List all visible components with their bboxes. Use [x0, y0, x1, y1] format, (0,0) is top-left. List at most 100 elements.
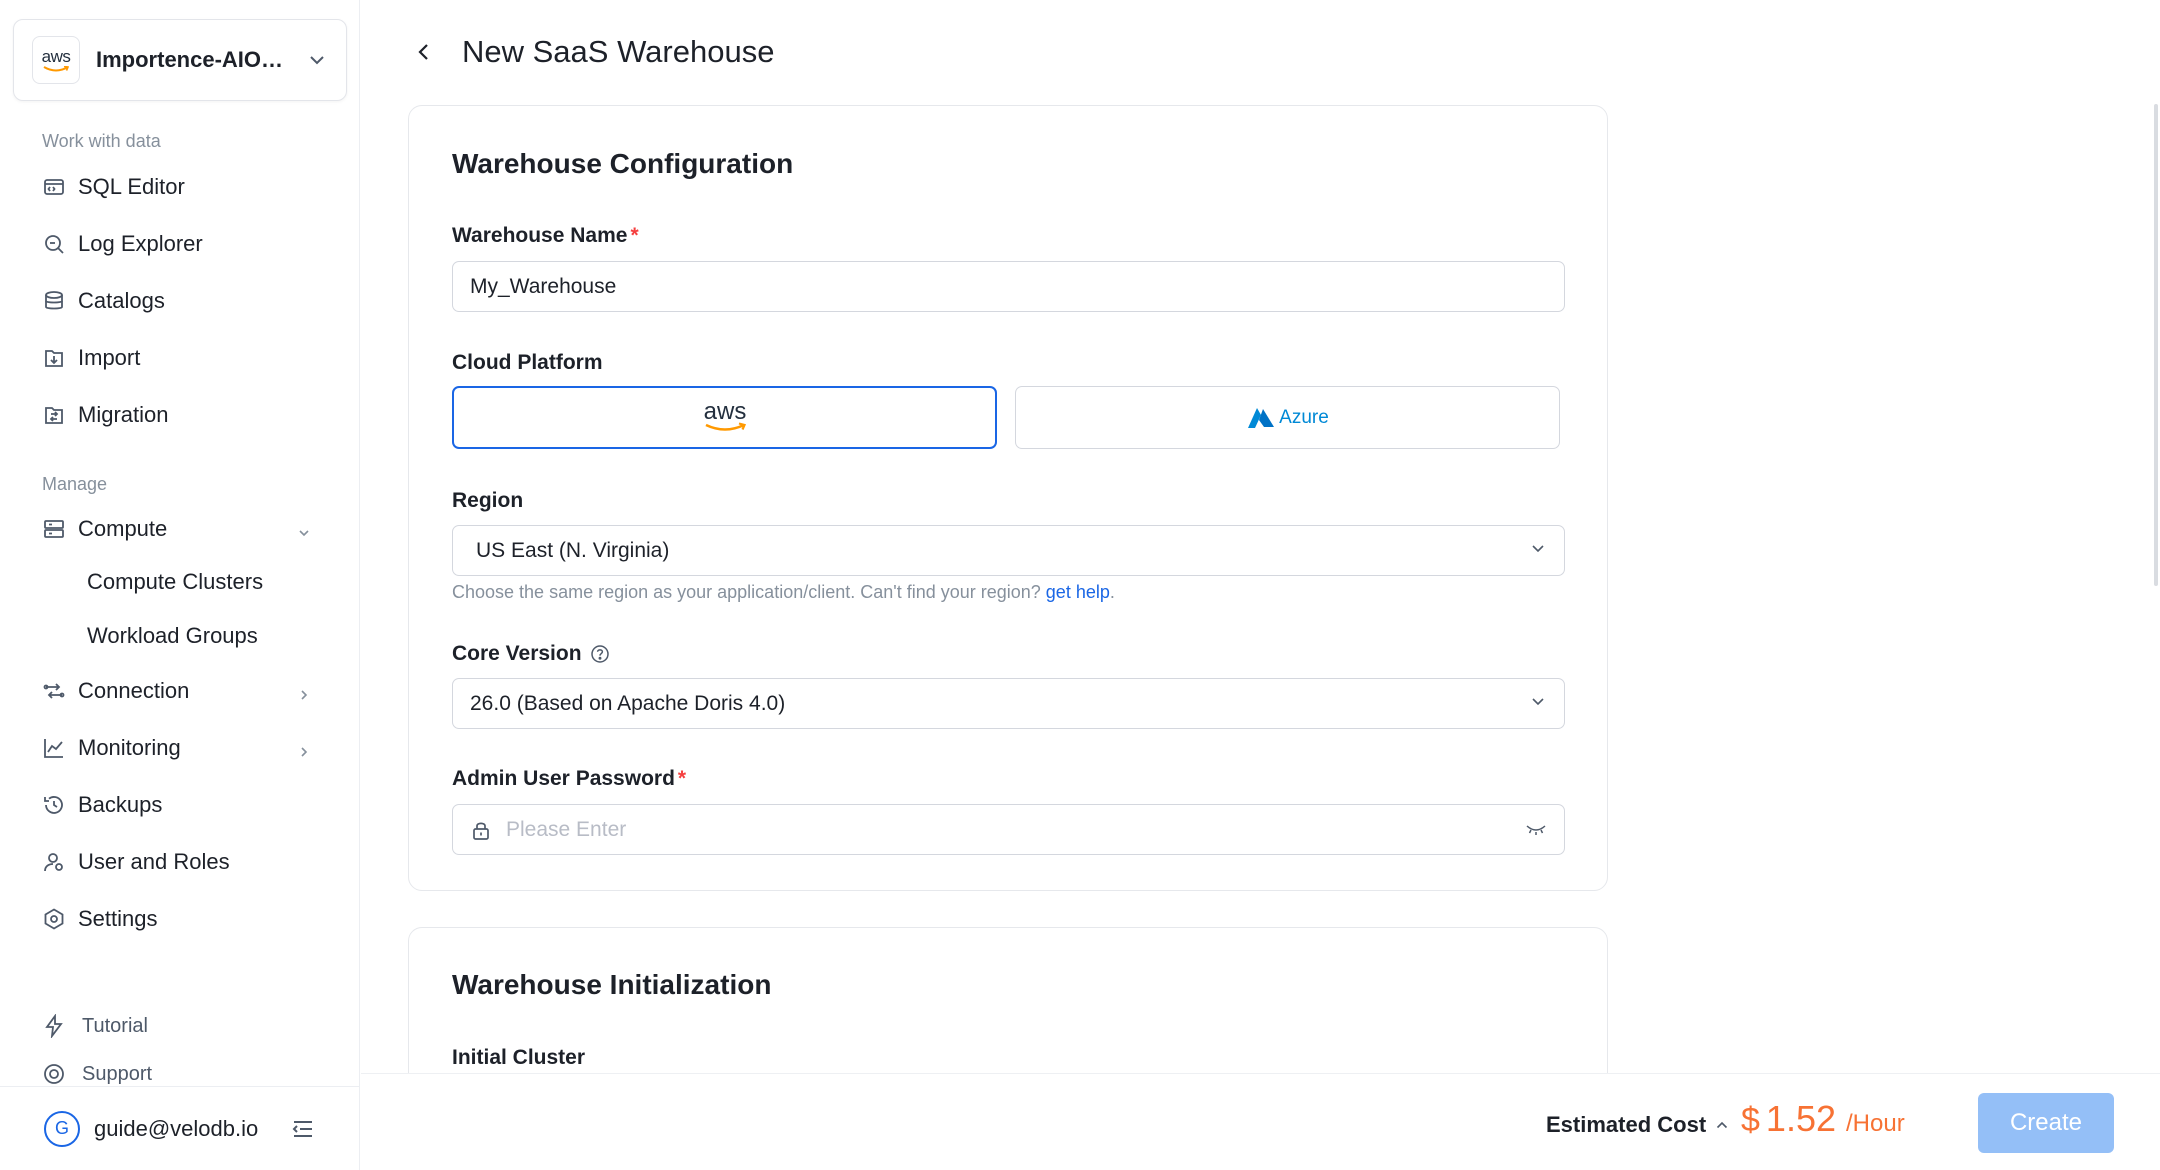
sql-editor-icon [42, 175, 66, 199]
connection-icon [42, 679, 66, 703]
platform-option-aws[interactable]: aws [452, 386, 997, 449]
nav-compute-clusters[interactable]: Compute Clusters [87, 562, 263, 602]
create-button[interactable]: Create [1978, 1093, 2114, 1153]
nav-label: Backups [78, 792, 163, 817]
core-version-label: Core Version [452, 642, 610, 666]
nav-migration[interactable]: Migration [42, 395, 312, 435]
nav-label: Settings [78, 906, 158, 931]
nav-settings[interactable]: Settings [42, 899, 312, 939]
nav-label: SQL Editor [78, 174, 185, 199]
admin-password-input[interactable]: Please Enter [452, 804, 1565, 855]
platform-name: Azure [1279, 406, 1329, 428]
nav-user-and-roles[interactable]: User and Roles [42, 842, 312, 882]
card-title: Warehouse Configuration [452, 148, 794, 179]
region-select[interactable]: US East (N. Virginia) [452, 525, 1565, 576]
estimated-price: $ 1.52 /Hour [1741, 1098, 1905, 1140]
platform-name: aws [703, 398, 746, 425]
page-title: New SaaS Warehouse [462, 34, 775, 69]
nav-label: User and Roles [78, 849, 230, 874]
org-switcher[interactable]: aws Importence-AIObservability [13, 19, 347, 101]
chevron-up-icon [1714, 1117, 1730, 1133]
collapse-sidebar-icon[interactable] [290, 1116, 316, 1142]
settings-icon [42, 907, 66, 931]
chart-line-icon [42, 736, 66, 760]
user-email: guide@velodb.io [94, 1115, 259, 1141]
chevron-right-icon [296, 740, 312, 757]
nav-label: Import [78, 345, 141, 370]
estimated-cost-toggle[interactable]: Estimated Cost [1546, 1112, 1730, 1138]
org-name: Importence-AIObservability [96, 47, 296, 72]
nav-compute[interactable]: Compute [42, 509, 312, 549]
scrollbar[interactable] [2154, 104, 2158, 586]
warehouse-configuration-card: Warehouse Configuration Warehouse Name * … [408, 105, 1608, 891]
azure-logo-icon [1248, 407, 1275, 428]
nav-catalogs[interactable]: Catalogs [42, 281, 312, 321]
nav-label: Monitoring [78, 735, 181, 760]
sidebar: aws Importence-AIObservability Work with… [0, 0, 360, 1170]
user-icon [42, 850, 66, 874]
chevron-down-icon [306, 49, 328, 71]
nav-connection[interactable]: Connection [42, 671, 312, 711]
nav-workload-groups[interactable]: Workload Groups [87, 616, 258, 656]
eye-closed-icon[interactable] [1525, 818, 1547, 842]
core-version-select[interactable]: 26.0 (Based on Apache Doris 4.0) [452, 678, 1565, 729]
hint-end: . [1109, 582, 1115, 602]
chevron-down-icon [1529, 539, 1547, 563]
hint-text: Choose the same region as your applicati… [452, 582, 1041, 602]
server-icon [42, 517, 66, 541]
label-text: Admin User Password [452, 767, 675, 790]
get-help-link[interactable]: get help [1046, 582, 1110, 602]
section-work-with-data: Work with data [42, 131, 161, 151]
history-icon [42, 793, 66, 817]
page-header: New SaaS Warehouse [410, 32, 774, 72]
admin-password-label: Admin User Password * [452, 767, 686, 791]
required-mark: * [630, 224, 639, 247]
select-value: US East (N. Virginia) [476, 538, 670, 562]
placeholder-text: Please Enter [506, 817, 627, 841]
estimated-cost-label: Estimated Cost [1546, 1112, 1707, 1137]
card-title: Warehouse Initialization [452, 969, 772, 1000]
section-manage: Manage [42, 474, 108, 494]
region-hint: Choose the same region as your applicati… [452, 582, 1115, 603]
nav-label: Tutorial [82, 1014, 148, 1037]
help-circle-icon[interactable] [590, 644, 610, 664]
chevron-down-icon [1529, 692, 1547, 716]
nav-label: Compute [78, 516, 168, 541]
cloud-platform-label: Cloud Platform [452, 351, 603, 374]
lightning-icon [42, 1014, 66, 1038]
migration-icon [42, 403, 66, 427]
nav-monitoring[interactable]: Monitoring [42, 728, 312, 768]
region-label: Region [452, 489, 524, 512]
lifebuoy-icon [42, 1062, 66, 1086]
nav-label: Connection [78, 678, 190, 703]
nav-tutorial[interactable]: Tutorial [42, 1009, 148, 1043]
nav-import[interactable]: Import [42, 338, 312, 378]
nav-label: Migration [78, 402, 169, 427]
nav-backups[interactable]: Backups [42, 785, 312, 825]
nav-label: Support [82, 1062, 153, 1085]
chevron-down-icon [296, 521, 312, 537]
back-arrow-icon[interactable] [410, 38, 438, 66]
price-currency: $ [1741, 1101, 1760, 1139]
platform-option-azure[interactable]: Azure [1015, 386, 1560, 449]
nav-log-explorer[interactable]: Log Explorer [42, 224, 312, 264]
database-icon [42, 289, 66, 313]
price-amount: 1.52 [1765, 1098, 1836, 1139]
lock-icon [470, 819, 492, 841]
chevron-right-icon [296, 683, 312, 700]
footer-bar: Estimated Cost $ 1.52 /Hour Create [361, 1073, 2160, 1170]
price-unit: /Hour [1846, 1110, 1905, 1137]
import-icon [42, 346, 66, 370]
warehouse-name-label: Warehouse Name * [452, 224, 639, 248]
nav-sql-editor[interactable]: SQL Editor [42, 167, 312, 207]
warehouse-name-input[interactable]: My_Warehouse [452, 261, 1565, 312]
nav-label: Catalogs [78, 288, 165, 313]
user-profile: G guide@velodb.io [0, 1086, 360, 1170]
required-mark: * [677, 767, 687, 790]
input-value: My_Warehouse [470, 274, 617, 298]
label-text: Core Version [452, 642, 582, 665]
avatar[interactable]: G [44, 1110, 80, 1147]
nav-label: Log Explorer [78, 231, 203, 256]
initial-cluster-label: Initial Cluster [452, 1046, 586, 1069]
aws-logo-icon: aws [32, 36, 80, 84]
